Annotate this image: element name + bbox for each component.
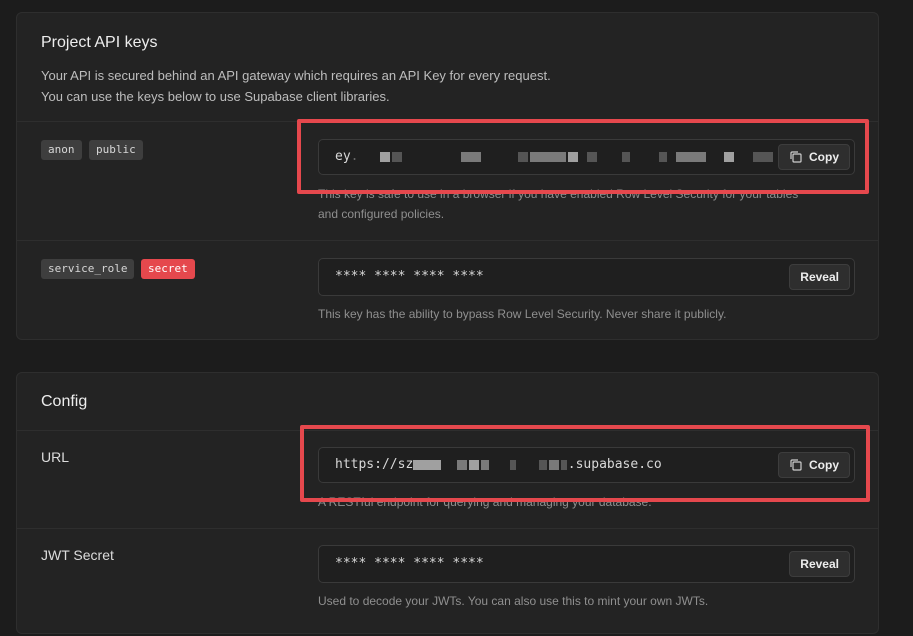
panel-title: Config	[41, 393, 88, 410]
copy-anon-key-button[interactable]: Copy	[778, 144, 850, 170]
secret-badge: secret	[141, 259, 195, 279]
copy-button-label: Copy	[809, 150, 839, 164]
divider	[17, 121, 878, 122]
jwt-secret-value: **** **** **** ****	[335, 556, 484, 571]
url-value: https://sz .supabase.co	[335, 457, 662, 472]
service-role-key-field[interactable]: **** **** **** **** Reveal	[318, 258, 855, 296]
url-label: URL	[41, 449, 70, 465]
reveal-jwt-secret-button[interactable]: Reveal	[789, 551, 850, 577]
copy-button-label: Copy	[809, 458, 839, 472]
reveal-service-role-button[interactable]: Reveal	[789, 264, 850, 290]
anon-key-helper-line2: and configured policies.	[318, 207, 445, 221]
panel-description-line2: You can use the keys below to use Supaba…	[41, 89, 390, 104]
project-api-keys-panel: Project API keys Your API is secured beh…	[16, 12, 879, 340]
service-role-helper: This key has the ability to bypass Row L…	[318, 307, 727, 321]
anon-key-value: ey.	[335, 140, 774, 174]
public-badge: public	[89, 140, 143, 160]
anon-key-helper-line1: This key is safe to use in a browser if …	[318, 187, 799, 201]
copy-url-button[interactable]: Copy	[778, 452, 850, 478]
redacted-block	[380, 151, 391, 162]
service-role-key-value: **** **** **** ****	[335, 269, 484, 284]
anon-badge: anon	[41, 140, 82, 160]
anon-key-field[interactable]: ey. Copy	[318, 139, 855, 175]
jwt-secret-field[interactable]: **** **** **** **** Reveal	[318, 545, 855, 583]
panel-description-line1: Your API is secured behind an API gatewa…	[41, 68, 551, 83]
jwt-secret-label: JWT Secret	[41, 547, 114, 563]
copy-icon	[790, 459, 802, 471]
config-panel: Config URL https://sz .supabase.co Copy …	[16, 372, 879, 634]
divider	[17, 430, 878, 431]
divider	[17, 240, 878, 241]
jwt-secret-helper: Used to decode your JWTs. You can also u…	[318, 594, 709, 608]
copy-icon	[790, 151, 802, 163]
panel-title: Project API keys	[41, 34, 158, 51]
service-role-badge: service_role	[41, 259, 135, 279]
url-helper: A RESTful endpoint for querying and mana…	[318, 495, 652, 509]
url-field[interactable]: https://sz .supabase.co Copy	[318, 447, 855, 483]
divider	[17, 528, 878, 529]
